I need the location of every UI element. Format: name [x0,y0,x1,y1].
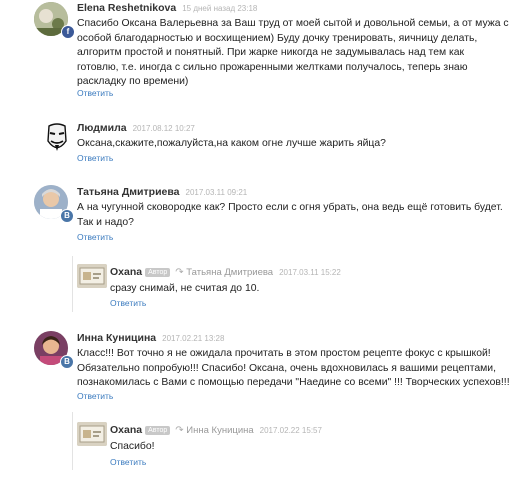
comment-header: Oxana Автор ↷ Татьяна Дмитриева 2017.03.11 … [110,266,341,278]
comment-header: Elena Reshetnikova 15 дней назад 23:18 [77,2,257,14]
comment-header: Инна Куницина 2017.02.21 13:28 [77,332,224,344]
comment-text: Оксана,скажите,пожалуйста,на каком огне … [77,138,386,149]
author-name[interactable]: Oxana [110,266,142,278]
comment-date: 2017.02.21 13:28 [162,334,225,343]
reply-arrow-icon: ↷ [175,267,184,278]
comment-date: 2017.03.11 09:21 [185,188,248,197]
comment-text: А на чугунной сковородке как? Просто есл… [77,202,503,228]
vk-icon: B [60,209,74,223]
reply-link[interactable]: Ответить [110,457,146,467]
author-tag-badge: Автор [145,268,171,277]
author-name[interactable]: Татьяна Дмитриева [77,186,180,198]
avatar-image [77,264,107,288]
facebook-icon: f [61,25,75,39]
comment-text: сразу снимай, не считая до 10. [110,283,260,294]
avatar-image [77,422,107,446]
avatar[interactable] [77,422,107,446]
comment-text: Класс!!! Вот точно я не ожидала прочитат… [77,348,510,388]
comment-date: 15 дней назад 23:18 [182,4,258,13]
comment-text: Спасибо! [110,441,155,452]
author-name[interactable]: Oxana [110,424,142,436]
vk-icon: B [60,355,74,369]
author-name[interactable]: Людмила [77,122,127,134]
comment-date: 2017.03.11 15:22 [279,268,341,277]
reply-arrow-icon: ↷ [175,425,184,436]
thread-line [72,256,73,312]
comment-header: Oxana Автор ↷ Инна Куницина 2017.02.22 15:5… [110,424,322,436]
author-name[interactable]: Elena Reshetnikova [77,2,176,14]
avatar[interactable] [40,121,74,155]
comment-text: Спасибо Оксана Валерьевна за Ваш труд от… [77,18,509,87]
reply-link[interactable]: Ответить [77,232,113,242]
reply-to-name[interactable]: Татьяна Дмитриева [186,267,273,278]
comment-date: 2017.08.12 10:27 [132,124,195,133]
author-name[interactable]: Инна Куницина [77,332,156,344]
reply-to-name[interactable]: Инна Куницина [186,425,253,436]
reply-link[interactable]: Ответить [77,88,113,98]
author-tag-badge: Автор [145,426,171,435]
reply-link[interactable]: Ответить [77,391,113,401]
comment-header: Татьяна Дмитриева 2017.03.11 09:21 [77,186,247,198]
reply-link[interactable]: Ответить [110,298,146,308]
mask-avatar-image [40,121,74,155]
avatar[interactable] [77,264,107,288]
comment-header: Людмила 2017.08.12 10:27 [77,122,195,134]
reply-link[interactable]: Ответить [77,153,113,163]
comment-date: 2017.02.22 15:57 [259,426,322,435]
thread-line [72,412,73,470]
